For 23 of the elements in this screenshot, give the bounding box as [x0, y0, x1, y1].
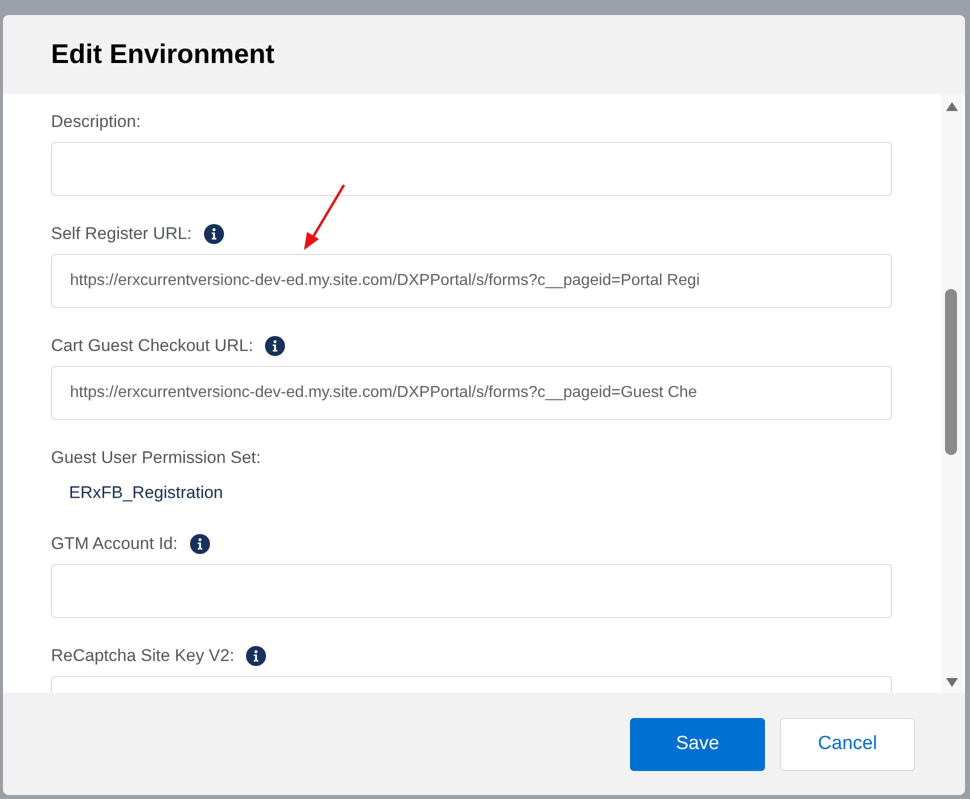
field-value: ERxFB_Registration [69, 482, 224, 504]
input-field[interactable] [51, 564, 892, 618]
field-label: ReCaptcha Site Key V2: [51, 644, 234, 667]
input-field[interactable]: https://erxcurrentversionc-dev-ed.my.site.com/DXPPortal/s/forms?c__pageid=Guest Che [51, 366, 892, 420]
info-icon[interactable] [190, 534, 210, 554]
cancel-button[interactable]: Cancel [780, 718, 915, 770]
input-field[interactable]: https://erxcurrentversionc-dev-ed.my.site.com/DXPPortal/s/forms?c__pageid=Portal Regi [51, 254, 892, 308]
info-icon[interactable] [204, 224, 224, 244]
field-label: Self Register URL: [51, 223, 192, 246]
dialog-title: Edit Environment [51, 38, 275, 72]
field-label: Guest User Permission Set: [51, 447, 261, 470]
info-icon[interactable] [246, 646, 266, 666]
save-button[interactable]: Save [630, 718, 765, 770]
input-field[interactable] [51, 142, 892, 196]
field-label: Cart Guest Checkout URL: [51, 335, 254, 358]
scroll-down-icon[interactable] [946, 678, 958, 687]
annotation-arrow-drawing [301, 183, 347, 253]
scroll-up-icon[interactable] [946, 102, 958, 111]
scroll-thumb[interactable] [945, 289, 957, 455]
field-label: Description: [51, 111, 141, 134]
scrollbar[interactable] [941, 94, 963, 693]
field-label: GTM Account Id: [51, 532, 178, 555]
info-icon[interactable] [265, 336, 286, 356]
